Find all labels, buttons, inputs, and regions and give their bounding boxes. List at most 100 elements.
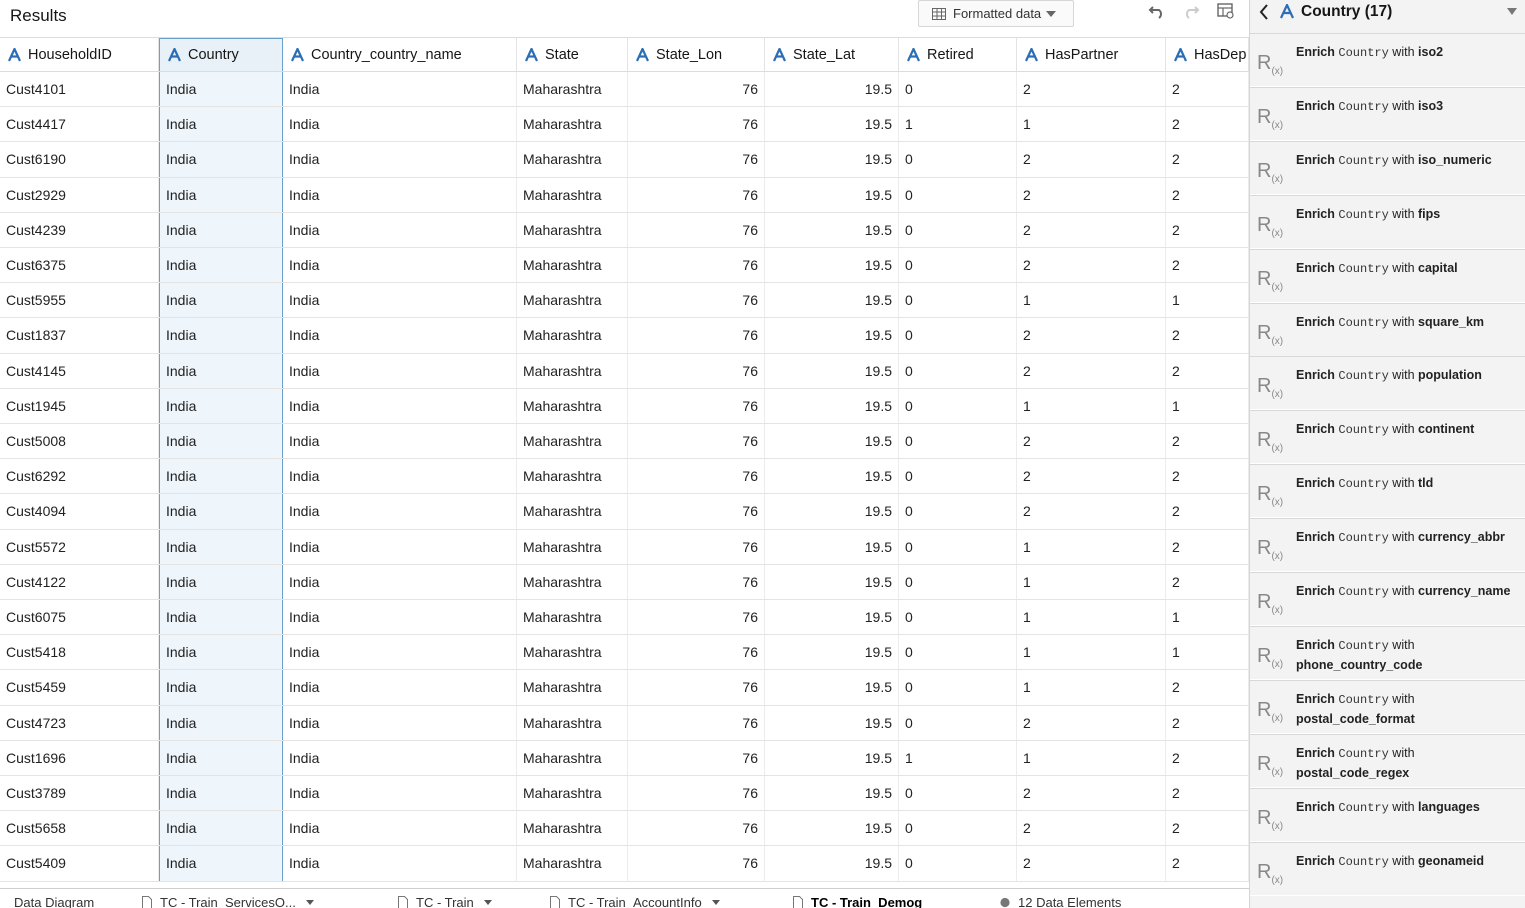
recommendation-item[interactable]: R(x) Enrich Country with tld: [1250, 464, 1525, 519]
table-cell[interactable]: 2: [1017, 846, 1166, 881]
table-cell[interactable]: India: [159, 107, 283, 142]
table-cell[interactable]: 19.5: [765, 212, 899, 247]
table-cell[interactable]: 1: [1017, 740, 1166, 775]
recommendation-item[interactable]: R(x) Enrich Country with square_km: [1250, 302, 1525, 357]
table-cell[interactable]: 1: [1017, 529, 1166, 564]
table-cell[interactable]: Maharashtra: [517, 318, 628, 353]
table-cell[interactable]: 1: [1017, 283, 1166, 318]
column-header-retired[interactable]: Retired: [899, 38, 1017, 71]
table-cell[interactable]: 76: [628, 635, 765, 670]
table-cell[interactable]: India: [283, 776, 517, 811]
table-cell[interactable]: Maharashtra: [517, 635, 628, 670]
table-cell[interactable]: 0: [899, 600, 1017, 635]
table-cell[interactable]: 19.5: [765, 353, 899, 388]
table-cell[interactable]: 19.5: [765, 177, 899, 212]
table-cell[interactable]: 19.5: [765, 635, 899, 670]
table-cell[interactable]: 76: [628, 177, 765, 212]
table-cell[interactable]: 2: [1017, 212, 1166, 247]
table-cell[interactable]: India: [159, 776, 283, 811]
table-cell[interactable]: 19.5: [765, 494, 899, 529]
table-cell[interactable]: 0: [899, 846, 1017, 881]
table-cell[interactable]: 76: [628, 600, 765, 635]
tab-5[interactable]: 12 Data Elements: [1000, 895, 1121, 908]
table-cell[interactable]: 19.5: [765, 459, 899, 494]
table-row[interactable]: Cust3789 India India Maharashtra 76 19.5 0 2 2: [0, 776, 1249, 812]
table-cell[interactable]: India: [159, 424, 283, 459]
recommendation-item[interactable]: R(x) Enrich Country with iso3: [1250, 86, 1525, 141]
chevron-left-icon[interactable]: [1258, 3, 1270, 21]
recommendation-item[interactable]: R(x) Enrich Country with postal_code_form…: [1250, 679, 1525, 734]
table-cell[interactable]: Maharashtra: [517, 740, 628, 775]
table-cell[interactable]: 76: [628, 142, 765, 177]
table-cell[interactable]: India: [283, 283, 517, 318]
table-cell[interactable]: Cust4723: [0, 705, 159, 740]
table-cell[interactable]: 1: [1166, 283, 1249, 318]
table-row[interactable]: Cust4122 India India Maharashtra 76 19.5 0 1 2: [0, 564, 1249, 600]
table-cell[interactable]: India: [283, 142, 517, 177]
table-cell[interactable]: 1: [1166, 388, 1249, 423]
table-cell[interactable]: 1: [1166, 635, 1249, 670]
tab-4[interactable]: TC - Train_Demog: [793, 895, 922, 908]
table-row[interactable]: Cust1696 India India Maharashtra 76 19.5 1 1 2: [0, 740, 1249, 776]
table-cell[interactable]: Cust6075: [0, 600, 159, 635]
table-cell[interactable]: Maharashtra: [517, 353, 628, 388]
table-cell[interactable]: India: [159, 142, 283, 177]
table-cell[interactable]: India: [283, 388, 517, 423]
table-cell[interactable]: India: [159, 846, 283, 881]
table-cell[interactable]: Cust5572: [0, 529, 159, 564]
table-cell[interactable]: 2: [1166, 564, 1249, 599]
table-cell[interactable]: India: [159, 72, 283, 107]
table-cell[interactable]: Cust4101: [0, 72, 159, 107]
table-row[interactable]: Cust5418 India India Maharashtra 76 19.5 0 1 1: [0, 635, 1249, 671]
table-cell[interactable]: 0: [899, 72, 1017, 107]
table-cell[interactable]: 0: [899, 142, 1017, 177]
table-cell[interactable]: 19.5: [765, 740, 899, 775]
table-cell[interactable]: Maharashtra: [517, 670, 628, 705]
table-cell[interactable]: 2: [1017, 177, 1166, 212]
table-cell[interactable]: Cust5459: [0, 670, 159, 705]
table-row[interactable]: Cust4094 India India Maharashtra 76 19.5 0 2 2: [0, 494, 1249, 530]
table-row[interactable]: Cust5459 India India Maharashtra 76 19.5 0 1 2: [0, 670, 1249, 706]
table-cell[interactable]: India: [159, 670, 283, 705]
table-cell[interactable]: India: [159, 494, 283, 529]
table-cell[interactable]: 19.5: [765, 107, 899, 142]
table-cell[interactable]: Cust4122: [0, 564, 159, 599]
table-cell[interactable]: 1: [1166, 600, 1249, 635]
table-cell[interactable]: 19.5: [765, 811, 899, 846]
table-cell[interactable]: 76: [628, 459, 765, 494]
table-cell[interactable]: 2: [1017, 459, 1166, 494]
table-cell[interactable]: Maharashtra: [517, 776, 628, 811]
table-cell[interactable]: India: [283, 72, 517, 107]
table-cell[interactable]: 76: [628, 776, 765, 811]
table-cell[interactable]: India: [159, 635, 283, 670]
table-cell[interactable]: 19.5: [765, 564, 899, 599]
table-cell[interactable]: 76: [628, 248, 765, 283]
table-cell[interactable]: Cust6375: [0, 248, 159, 283]
table-cell[interactable]: 76: [628, 107, 765, 142]
table-cell[interactable]: 0: [899, 353, 1017, 388]
table-cell[interactable]: Maharashtra: [517, 600, 628, 635]
recommendation-item[interactable]: R(x) Enrich Country with continent: [1250, 410, 1525, 465]
table-row[interactable]: Cust4145 India India Maharashtra 76 19.5 0 2 2: [0, 353, 1249, 389]
table-cell[interactable]: Maharashtra: [517, 564, 628, 599]
table-cell[interactable]: 0: [899, 529, 1017, 564]
table-cell[interactable]: 2: [1017, 353, 1166, 388]
table-cell[interactable]: India: [283, 212, 517, 247]
table-cell[interactable]: 76: [628, 353, 765, 388]
table-cell[interactable]: India: [159, 283, 283, 318]
chevron-down-icon[interactable]: [1507, 8, 1517, 15]
table-cell[interactable]: 19.5: [765, 142, 899, 177]
table-cell[interactable]: 2: [1166, 846, 1249, 881]
table-cell[interactable]: 0: [899, 283, 1017, 318]
formatted-data-dropdown[interactable]: Formatted data: [918, 0, 1074, 27]
table-cell[interactable]: 1: [1017, 388, 1166, 423]
table-cell[interactable]: Maharashtra: [517, 107, 628, 142]
table-cell[interactable]: Maharashtra: [517, 177, 628, 212]
table-cell[interactable]: 76: [628, 564, 765, 599]
table-cell[interactable]: 2: [1166, 529, 1249, 564]
table-cell[interactable]: 0: [899, 424, 1017, 459]
table-cell[interactable]: 76: [628, 283, 765, 318]
column-header-haspartner[interactable]: HasPartner: [1017, 38, 1166, 71]
table-cell[interactable]: 1: [1017, 107, 1166, 142]
column-header-state-lon[interactable]: State_Lon: [628, 38, 765, 71]
